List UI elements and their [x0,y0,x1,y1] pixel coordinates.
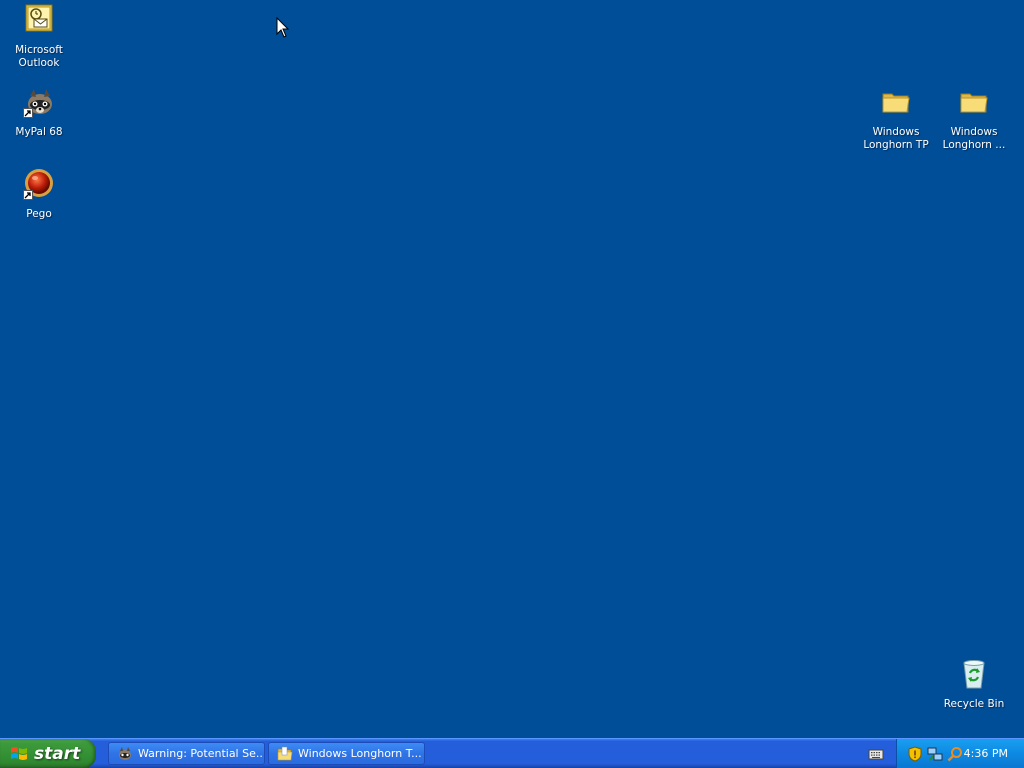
desktop-icon-windows-longhorn-tp[interactable]: Windows Longhorn TP [858,86,934,152]
start-button[interactable]: start [0,739,96,768]
system-tray: 4:36 PM [896,739,1024,768]
folder-icon [958,86,990,118]
shield-icon[interactable] [907,745,923,762]
folder-icon [277,746,293,762]
raccoon-icon [117,746,133,762]
desktop-icon-windows-longhorn-2[interactable]: Windows Longhorn ... [936,86,1012,152]
desktop-icon-label: MyPal 68 [15,126,63,138]
outlook-icon [25,4,53,32]
start-label: start [34,743,81,764]
taskbar-item-label: Warning: Potential Se... [138,747,265,760]
keyboard-icon[interactable] [868,746,884,762]
folder-icon [880,86,912,118]
desktop[interactable]: Microsoft Outlook MyPal 68 Pego Windows … [0,0,1024,738]
raccoon-icon [23,86,55,118]
taskbar: start Warning: Potential Se... Windows L… [0,738,1024,768]
red-ball-icon [23,168,55,200]
desktop-icon-recycle-bin[interactable]: Recycle Bin [936,658,1012,711]
clock[interactable]: 4:36 PM [964,747,1008,760]
shortcut-arrow-icon [23,190,33,200]
desktop-icon-label: Recycle Bin [943,698,1005,710]
desktop-icon-label: Microsoft Outlook [15,44,63,69]
desktop-icon-pego[interactable]: Pego [1,168,77,221]
desktop-icon-microsoft-outlook[interactable]: Microsoft Outlook [1,4,77,70]
desktop-icon-label: Windows Longhorn ... [942,126,1006,151]
desktop-icon-label: Pego [26,208,52,220]
windows-flag-icon [9,744,29,764]
taskbar-item-label: Windows Longhorn T... [298,747,422,760]
desktop-icon-label: Windows Longhorn TP [863,126,929,151]
network-icon[interactable] [927,746,943,762]
search-icon[interactable] [947,746,963,762]
shortcut-arrow-icon [23,108,33,118]
taskbar-item-windows-longhorn[interactable]: Windows Longhorn T... [268,742,425,765]
mouse-cursor-icon [276,16,290,39]
taskbar-item-warning[interactable]: Warning: Potential Se... [108,742,265,765]
recycle-bin-icon [958,658,990,690]
desktop-icon-mypal-68[interactable]: MyPal 68 [1,86,77,139]
